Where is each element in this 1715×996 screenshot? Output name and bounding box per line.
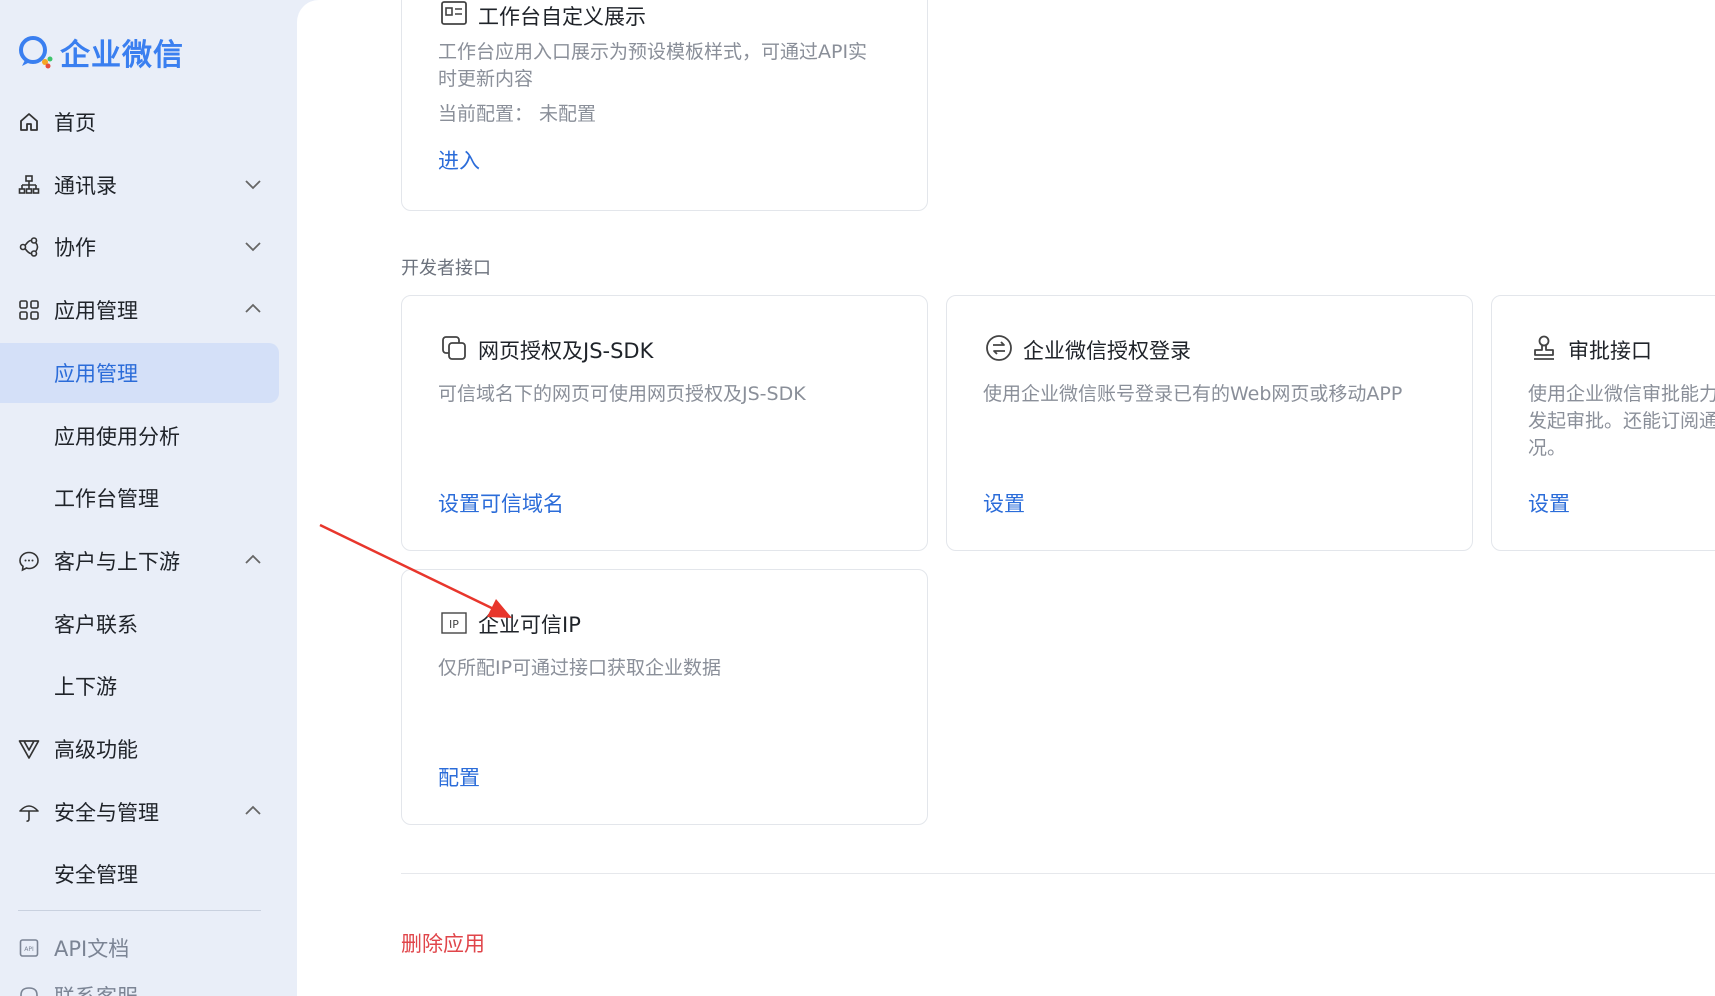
nav-item-contacts[interactable]: 通讯录 [0,155,297,215]
card-desc: 工作台应用入口展示为预设模板样式，可通过API实 [438,41,868,63]
nav-label: 通讯录 [54,174,117,198]
chevron-up-icon [245,303,261,313]
enter-link[interactable]: 进入 [438,145,480,175]
nav-item-customers-upstream[interactable]: 客户与上下游 [0,531,297,591]
approval-settings-link[interactable]: 设置 [1528,488,1570,518]
wecom-auth-login-card: 企业微信授权登录 使用企业微信账号登录已有的Web网页或移动APP 设置 [946,295,1473,551]
approval-icon [1534,335,1554,360]
trusted-ip-card: IP 企业可信IP 仅所配IP可通过接口获取企业数据 配置 [401,569,928,825]
nav-item-home[interactable]: 首页 [0,92,297,152]
nav-subitem-workbench-management[interactable]: 工作台管理 [0,468,297,528]
nav-subitem-app-usage-analysis[interactable]: 应用使用分析 [0,406,297,466]
nav-label: 协作 [54,236,96,260]
chevron-down-icon [245,242,261,252]
display-template-icon [441,1,467,25]
nav-subitem-customer-contact[interactable]: 客户联系 [0,594,297,654]
nav-label: 安全管理 [54,863,138,887]
auth-login-settings-link[interactable]: 设置 [983,488,1025,518]
contacts-icon [18,175,40,194]
current-config-value: 当前配置： 未配置 [438,103,597,125]
set-trusted-domain-link[interactable]: 设置可信域名 [438,488,564,518]
card-desc: 仅所配IP可通过接口获取企业数据 [438,657,722,679]
nav-label: 安全与管理 [54,801,159,825]
card-title: 企业微信授权登录 [1023,339,1191,363]
apps-icon [19,300,39,320]
section-divider [401,873,1715,874]
chevron-up-icon [245,554,261,564]
nav-subitem-security-management[interactable]: 安全管理 [0,844,297,904]
card-title: 企业可信IP [478,613,581,637]
card-desc: 可信域名下的网页可使用网页授权及JS-SDK [438,383,806,405]
brand-name: 企业微信 [60,38,184,73]
sidebar: 企业微信 首页 通讯录 协作 应用管理 应用管理 应用使用分析 工作台管理 客户… [0,0,297,996]
card-title: 网页授权及JS-SDK [478,339,654,363]
nav-label: 客户联系 [54,613,138,637]
card-title: 工作台自定义展示 [478,5,646,29]
auth-login-icon [986,335,1012,361]
nav-label: 联系客服 [54,981,138,996]
card-desc: 使用企业微信账号登录已有的Web网页或移动APP [983,383,1403,405]
nav-label: 应用管理 [54,362,138,386]
api-doc-icon: API [19,939,39,957]
service-icon [20,987,38,996]
nav-label: 首页 [54,111,96,135]
ip-icon: IP [441,612,467,634]
sidebar-divider [18,910,261,911]
nav-item-collab[interactable]: 协作 [0,217,297,277]
collab-icon [19,237,39,257]
nav-item-advanced-features[interactable]: 高级功能 [0,719,297,779]
umbrella-icon [19,805,39,822]
configure-ip-link[interactable]: 配置 [438,762,480,792]
nav-label: 应用使用分析 [54,425,180,449]
delete-app-link[interactable]: 删除应用 [401,928,485,958]
advanced-icon [18,740,40,759]
chat-icon [19,551,39,572]
nav-label: 客户与上下游 [54,550,180,574]
web-auth-icon [442,336,466,360]
nav-label: 应用管理 [54,299,138,323]
card-title: 审批接口 [1568,339,1652,363]
nav-label: 上下游 [54,675,117,699]
nav-item-app-management[interactable]: 应用管理 [0,280,297,340]
web-auth-jssdk-card: 网页授权及JS-SDK 可信域名下的网页可使用网页授权及JS-SDK 设置可信域… [401,295,928,551]
brand-logo[interactable]: 企业微信 [16,30,184,74]
card-desc: 发起审批。还能订阅通 [1528,410,1715,432]
section-label-developer-api: 开发者接口 [401,258,491,279]
chevron-down-icon [245,180,261,190]
card-desc: 况。 [1528,437,1567,459]
card-desc: 时更新内容 [438,68,534,90]
wecom-logo-icon [19,36,53,69]
nav-subitem-upstream-downstream[interactable]: 上下游 [0,656,297,716]
nav-label: API文档 [54,937,130,961]
nav-label: 工作台管理 [54,487,159,511]
nav-label: 高级功能 [54,738,138,762]
main-content: 工作台自定义展示 工作台应用入口展示为预设模板样式，可通过API实 时更新内容 … [297,0,1715,996]
nav-item-security[interactable]: 安全与管理 [0,782,297,842]
card-desc: 使用企业微信审批能力 [1528,383,1715,405]
svg-text:API: API [24,946,34,953]
workbench-custom-display-card: 工作台自定义展示 工作台应用入口展示为预设模板样式，可通过API实 时更新内容 … [401,0,928,211]
chevron-up-icon [245,805,261,815]
svg-text:IP: IP [449,618,459,631]
nav-item-customer-service[interactable]: 联系客服 [0,966,297,996]
home-icon [20,113,38,131]
nav-subitem-app-management[interactable]: 应用管理 [0,343,279,403]
approval-api-card: 审批接口 使用企业微信审批能力 发起审批。还能订阅通 况。 设置 [1491,295,1715,551]
